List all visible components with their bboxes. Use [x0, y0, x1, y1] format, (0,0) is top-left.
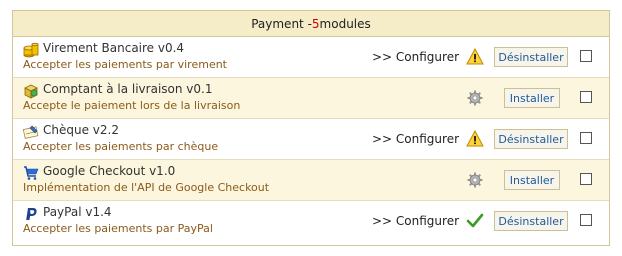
panel-header: Payment - 5 modules — [13, 11, 609, 37]
module-title: Google Checkout v1.0 — [43, 164, 176, 178]
module-count: 5 — [311, 16, 320, 31]
module-row-virement: Virement Bancaire v0.4 Accepter les paie… — [13, 37, 609, 78]
module-description: Accepte le paiement lors de la livraison — [23, 99, 241, 112]
module-select-checkbox[interactable] — [580, 132, 592, 144]
configure-link[interactable]: >> Configurer — [372, 214, 459, 228]
module-title: Virement Bancaire v0.4 — [43, 41, 185, 55]
module-row-google-checkout: Google Checkout v1.0 Implémentation de l… — [13, 160, 609, 201]
uninstall-button[interactable]: Désinstaller — [494, 47, 568, 67]
cheque-icon — [23, 125, 39, 139]
module-title: PayPal v1.4 — [43, 205, 112, 219]
install-button[interactable]: Installer — [504, 170, 560, 190]
module-row-paypal: PayPal v1.4 Accepter les paiements par P… — [13, 201, 609, 242]
warning-icon — [466, 48, 484, 65]
module-description: Implémentation de l'API de Google Checko… — [23, 181, 270, 194]
warning-icon — [466, 130, 484, 147]
module-title: Comptant à la livraison v0.1 — [43, 82, 213, 96]
uninstall-button[interactable]: Désinstaller — [494, 211, 568, 231]
module-description: Accepter les paiements par virement — [23, 58, 227, 71]
install-button[interactable]: Installer — [504, 88, 560, 108]
module-select-checkbox[interactable] — [580, 214, 592, 226]
module-select-checkbox[interactable] — [580, 173, 592, 185]
header-title-suffix: modules — [319, 16, 371, 31]
cart-icon — [24, 166, 39, 180]
gear-icon — [467, 90, 483, 106]
configure-link[interactable]: >> Configurer — [372, 132, 459, 146]
module-select-checkbox[interactable] — [580, 50, 592, 62]
module-row-cash-on-delivery: Comptant à la livraison v0.1 Accepte le … — [13, 78, 609, 119]
module-select-checkbox[interactable] — [580, 91, 592, 103]
configure-link[interactable]: >> Configurer — [372, 50, 459, 64]
paypal-icon — [26, 208, 37, 220]
uninstall-button[interactable]: Désinstaller — [494, 129, 568, 149]
module-description: Accepter les paiements par chèque — [23, 140, 219, 153]
payment-modules-panel: Payment - 5 modules Virement Bancaire v0… — [12, 10, 610, 246]
cash-package-icon — [24, 84, 38, 99]
module-description: Accepter les paiements par PayPal — [23, 222, 213, 235]
gear-icon — [467, 172, 483, 188]
coins-icon — [23, 42, 39, 58]
checkmark-icon — [466, 213, 484, 228]
module-title: Chèque v2.2 — [43, 123, 119, 137]
module-row-cheque: Chèque v2.2 Accepter les paiements par c… — [13, 119, 609, 160]
header-title-prefix: Payment - — [251, 16, 312, 31]
